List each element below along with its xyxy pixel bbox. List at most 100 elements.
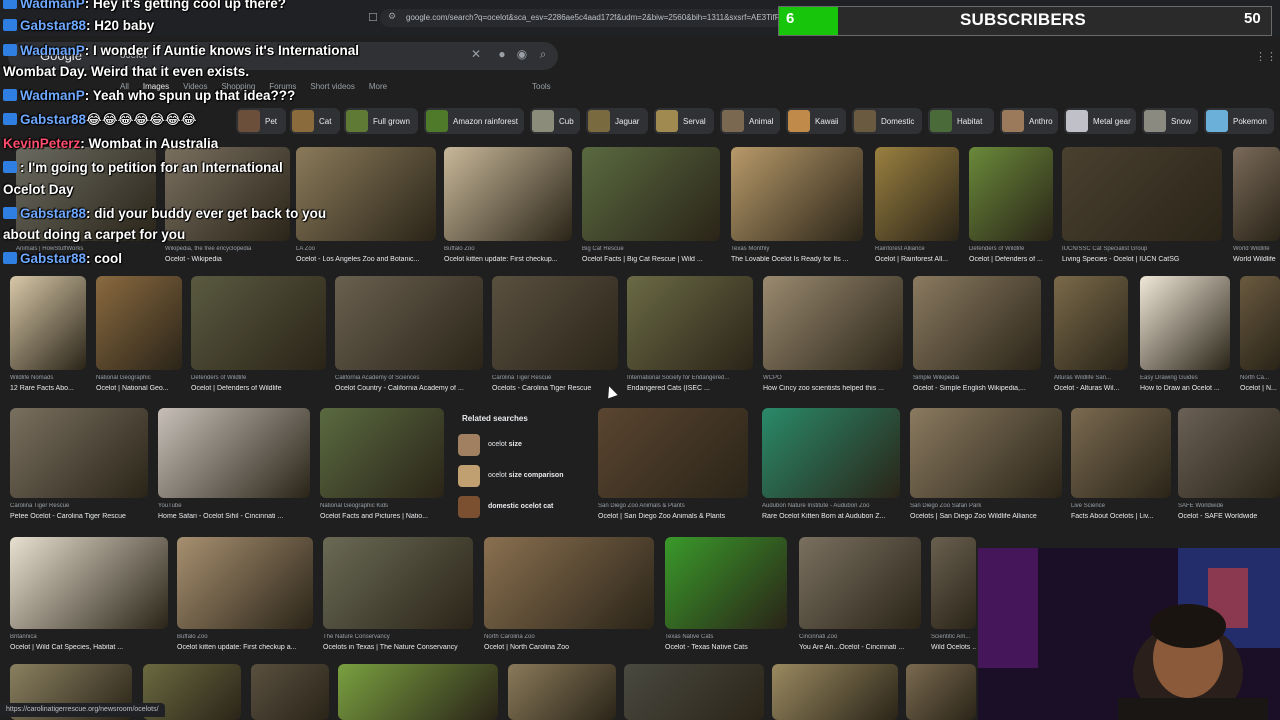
- result-image[interactable]: [763, 276, 903, 370]
- related-search-item[interactable]: ocelot size: [458, 434, 586, 458]
- result-image[interactable]: [1062, 147, 1222, 241]
- result-source[interactable]: Britannica: [10, 634, 168, 640]
- result-caption[interactable]: Ocelot kitten update: First checkup a...: [177, 644, 313, 651]
- result-caption[interactable]: Wild Ocelots ...: [931, 644, 976, 651]
- image-result[interactable]: Rainforest Alliance Ocelot | Rainforest A…: [875, 147, 959, 271]
- image-result[interactable]: YouTube Home Safari - Ocelot Sihil - Cinc…: [158, 408, 310, 528]
- image-result[interactable]: World Wildlife World Wildlife: [1233, 147, 1280, 271]
- image-result[interactable]: Carolina Tiger Rescue Ocelots - Carolina …: [492, 276, 618, 400]
- image-result[interactable]: Live Science Facts About Ocelots | Liv...: [1071, 408, 1171, 528]
- result-source[interactable]: National Geographic: [96, 375, 182, 381]
- result-caption[interactable]: Ocelot | Wild Cat Species, Habitat ...: [10, 644, 168, 651]
- image-result[interactable]: Defenders of Wildlife Ocelot | Defenders …: [191, 276, 326, 400]
- image-result[interactable]: California Academy of Sciences Ocelot Cou…: [335, 276, 483, 400]
- result-source[interactable]: Carolina Tiger Rescue: [492, 375, 618, 381]
- image-result[interactable]: Alturas Wildlife San... Ocelot - Alturas …: [1054, 276, 1128, 400]
- image-result[interactable]: Defenders of Wildlife Ocelot | Defenders …: [969, 147, 1053, 271]
- image-result[interactable]: San Diego Zoo Animals & Plants Ocelot | S…: [598, 408, 748, 528]
- result-source[interactable]: Wildlife Nomads: [10, 375, 86, 381]
- result-image[interactable]: [875, 147, 959, 241]
- image-result[interactable]: Scientific Am... Wild Ocelots ...: [931, 537, 976, 659]
- result-source[interactable]: SAFE Worldwide: [1178, 503, 1280, 509]
- result-image[interactable]: [906, 664, 976, 720]
- result-source[interactable]: National Geographic Kids: [320, 503, 444, 509]
- result-image[interactable]: [191, 276, 326, 370]
- image-result[interactable]: Buffalo Zoo Ocelot kitten update: First c…: [177, 537, 313, 659]
- result-source[interactable]: Defenders of Wildlife: [969, 246, 1053, 252]
- result-image[interactable]: [1233, 147, 1280, 241]
- result-image[interactable]: [772, 664, 898, 720]
- result-caption[interactable]: Ocelot - Alturas Wil...: [1054, 385, 1128, 392]
- result-image[interactable]: [1140, 276, 1230, 370]
- result-image[interactable]: [10, 408, 148, 498]
- result-image[interactable]: [1240, 276, 1280, 370]
- image-result[interactable]: Texas Monthly The Lovable Ocelot Is Ready…: [731, 147, 863, 271]
- image-result[interactable]: Wildlife Nomads 12 Rare Facts Abo...: [10, 276, 86, 400]
- result-source[interactable]: Big Cat Rescue: [582, 246, 720, 252]
- result-caption[interactable]: Living Species - Ocelot | IUCN CatSG: [1062, 256, 1222, 263]
- result-caption[interactable]: Ocelot | Defenders of Wildlife: [191, 385, 326, 392]
- image-result[interactable]: WCPO How Cincy zoo scientists helped this…: [763, 276, 903, 400]
- result-caption[interactable]: Peteе Ocelot - Carolina Tiger Rescue: [10, 513, 148, 520]
- result-image[interactable]: [1054, 276, 1128, 370]
- image-result[interactable]: Buffalo Zoo Ocelot kitten update: First c…: [444, 147, 572, 271]
- result-caption[interactable]: Ocelot | North Carolina Zoo: [484, 644, 654, 651]
- result-source[interactable]: San Diego Zoo Animals & Plants: [598, 503, 748, 509]
- result-caption[interactable]: Ocelot | San Diego Zoo Animals & Plants: [598, 513, 748, 520]
- result-source[interactable]: Live Science: [1071, 503, 1171, 509]
- result-source[interactable]: Scientific Am...: [931, 634, 976, 640]
- result-caption[interactable]: Ocelot - SAFE Worldwide: [1178, 513, 1280, 520]
- result-image[interactable]: [158, 408, 310, 498]
- result-image[interactable]: [627, 276, 753, 370]
- image-result[interactable]: IUCN/SSC Cat Specialist Group Living Spec…: [1062, 147, 1222, 271]
- result-source[interactable]: Easy Drawing Guides: [1140, 375, 1230, 381]
- result-image[interactable]: [931, 537, 976, 629]
- result-source[interactable]: Buffalo Zoo: [444, 246, 572, 252]
- related-search-item[interactable]: domestic ocelot cat: [458, 496, 586, 520]
- result-caption[interactable]: Ocelot Country - California Academy of .…: [335, 385, 483, 392]
- result-source[interactable]: World Wildlife: [1233, 246, 1280, 252]
- result-caption[interactable]: Ocelot - Simple English Wikipedia,...: [913, 385, 1041, 392]
- result-image[interactable]: [251, 664, 329, 720]
- result-source[interactable]: Texas Native Cats: [665, 634, 787, 640]
- result-caption[interactable]: The Lovable Ocelot Is Ready for Its ...: [731, 256, 863, 263]
- result-image[interactable]: [177, 537, 313, 629]
- result-image[interactable]: [1071, 408, 1171, 498]
- image-result[interactable]: North Ca... Ocelot | N...: [1240, 276, 1280, 400]
- result-image[interactable]: [910, 408, 1062, 498]
- result-source[interactable]: Rainforest Alliance: [875, 246, 959, 252]
- result-image[interactable]: [335, 276, 483, 370]
- result-source[interactable]: Defenders of Wildlife: [191, 375, 326, 381]
- image-result[interactable]: International Society for Endangered... E…: [627, 276, 753, 400]
- result-image[interactable]: [731, 147, 863, 241]
- result-image[interactable]: [338, 664, 498, 720]
- result-image[interactable]: [323, 537, 473, 629]
- result-source[interactable]: Cincinnati Zoo: [799, 634, 921, 640]
- result-source[interactable]: International Society for Endangered...: [627, 375, 753, 381]
- image-result[interactable]: Cincinnati Zoo You Are An...Ocelot - Cinc…: [799, 537, 921, 659]
- result-caption[interactable]: You Are An...Ocelot - Cincinnati ...: [799, 644, 921, 651]
- result-caption[interactable]: Ocelots | San Diego Zoo Wildlife Allianc…: [910, 513, 1062, 520]
- image-result[interactable]: Audubon Nature Institute - Audubon Zoo Ra…: [762, 408, 900, 528]
- result-source[interactable]: Simple Wikipedia: [913, 375, 1041, 381]
- result-source[interactable]: IUCN/SSC Cat Specialist Group: [1062, 246, 1222, 252]
- result-image[interactable]: [10, 276, 86, 370]
- result-caption[interactable]: Facts About Ocelots | Liv...: [1071, 513, 1171, 520]
- image-result[interactable]: National Geographic Ocelot | National Geo…: [96, 276, 182, 400]
- result-image[interactable]: [799, 537, 921, 629]
- image-result[interactable]: National Geographic Kids Ocelot Facts and…: [320, 408, 444, 528]
- result-source[interactable]: North Ca...: [1240, 375, 1280, 381]
- result-source[interactable]: YouTube: [158, 503, 310, 509]
- result-caption[interactable]: How to Draw an Ocelot ...: [1140, 385, 1230, 392]
- result-image[interactable]: [320, 408, 444, 498]
- related-search-item[interactable]: ocelot size comparison: [458, 465, 586, 489]
- result-image[interactable]: [582, 147, 720, 241]
- image-result[interactable]: Texas Native Cats Ocelot - Texas Native C…: [665, 537, 787, 659]
- image-result[interactable]: Big Cat Rescue Ocelot Facts | Big Cat Res…: [582, 147, 720, 271]
- result-image[interactable]: [665, 537, 787, 629]
- result-image[interactable]: [484, 537, 654, 629]
- result-caption[interactable]: Ocelot | Rainforest All...: [875, 256, 959, 263]
- result-source[interactable]: Texas Monthly: [731, 246, 863, 252]
- result-image[interactable]: [1178, 408, 1280, 498]
- result-source[interactable]: California Academy of Sciences: [335, 375, 483, 381]
